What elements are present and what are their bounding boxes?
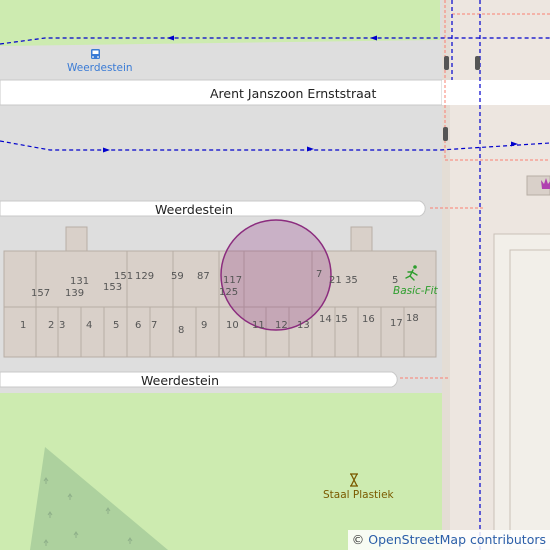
street-upper-label: Weerdestein xyxy=(155,202,234,217)
house-number: 14 xyxy=(319,314,332,325)
street-lower-label: Weerdestein xyxy=(141,373,220,388)
bus-stop-label[interactable]: Weerdestein xyxy=(67,62,133,74)
gym-label[interactable]: Basic-Fit xyxy=(393,285,438,297)
house-number: 8 xyxy=(178,325,185,336)
house-number: 35 xyxy=(345,275,358,286)
house-number: 5 xyxy=(392,275,399,286)
house-number: 21 xyxy=(329,275,342,286)
copyright-symbol: © xyxy=(351,532,365,547)
house-number: 2 xyxy=(48,320,55,331)
house-number: 6 xyxy=(135,320,142,331)
house-number: 13 xyxy=(297,320,310,331)
bus-stop-icon[interactable] xyxy=(91,49,100,59)
house-number: 125 xyxy=(219,287,239,298)
house-number: 9 xyxy=(201,320,208,331)
map-attribution: © OpenStreetMap contributors xyxy=(347,530,550,550)
house-number: 59 xyxy=(171,271,184,282)
osm-contributors-link[interactable]: OpenStreetMap contributors xyxy=(368,532,546,547)
house-number: 117 xyxy=(223,275,243,286)
house-number: 17 xyxy=(390,318,403,329)
main-road-label: Arent Janszoon Ernststraat xyxy=(210,86,377,101)
house-number: 18 xyxy=(406,313,419,324)
house-number: 10 xyxy=(226,320,239,331)
house-number: 151 xyxy=(114,271,134,282)
house-number: 7 xyxy=(316,269,323,280)
house-number: 4 xyxy=(86,320,93,331)
house-number: 157 xyxy=(31,288,51,299)
building-outline-right-inner xyxy=(509,249,550,550)
house-number: 15 xyxy=(335,314,348,325)
house-number: 131 xyxy=(70,276,90,287)
house-number: 5 xyxy=(113,320,120,331)
shop-label[interactable]: Staal Plastiek xyxy=(323,489,394,501)
house-number: 12 xyxy=(275,320,288,331)
house-number: 1 xyxy=(20,320,27,331)
house-number: 87 xyxy=(197,271,210,282)
house-number: 7 xyxy=(151,320,158,331)
house-number: 16 xyxy=(362,314,375,325)
house-number: 11 xyxy=(252,320,265,331)
house-number: 129 xyxy=(135,271,155,282)
house-number: 153 xyxy=(103,282,123,293)
map-canvas[interactable] xyxy=(0,0,550,550)
house-number: 139 xyxy=(65,288,85,299)
house-number: 3 xyxy=(59,320,66,331)
main-road-right xyxy=(442,80,550,105)
